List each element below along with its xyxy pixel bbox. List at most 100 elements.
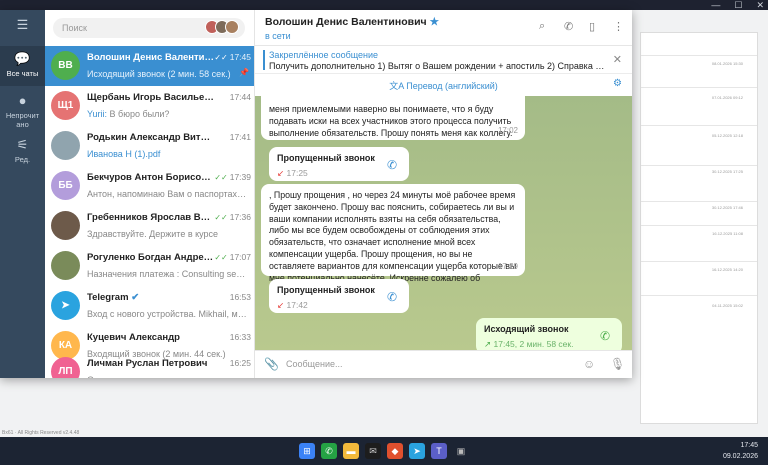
chat-time: ✓✓ 17:07 xyxy=(214,252,251,262)
maximize-icon[interactable]: ☐ xyxy=(734,0,742,11)
teams-icon[interactable]: T xyxy=(431,443,447,459)
stories-avatars[interactable] xyxy=(205,20,239,34)
list-date: 16.12.2025 11:08 xyxy=(712,231,743,236)
brave-icon[interactable]: ◆ xyxy=(387,443,403,459)
chat-name: Бекчуров Антон Борисович xyxy=(87,172,215,183)
sidebar-toggle-icon[interactable]: ▯ xyxy=(589,20,595,33)
taskbar: ⊞ ✆ ▬ ✉ ◆ ➤ T ▣ 17:45 09.02.2026 xyxy=(0,437,768,465)
chat-time: 16:33 xyxy=(229,332,251,342)
telegram-logo-icon: ➤ xyxy=(51,291,80,320)
list-date: 30.12.2025 17:46 xyxy=(711,205,743,210)
chat-item[interactable]: ➤ Telegram ✔ 16:53 Вход с нового устройс… xyxy=(45,286,254,326)
chat-name: Telegram ✔ xyxy=(87,292,140,303)
folder-label: Ред. xyxy=(14,155,31,164)
list-date: 16.12.2025 14:20 xyxy=(711,267,743,272)
phone-icon[interactable]: ✆ xyxy=(600,330,610,343)
chat-name: Щербань Игорь Васильевич 1 xyxy=(87,92,215,103)
phone-icon[interactable]: ✆ xyxy=(387,159,397,172)
avatar: Щ1 xyxy=(51,91,80,120)
conversation: Волошин Денис Валентинович ★ в сети ⌕ ✆ … xyxy=(255,10,632,378)
search-input[interactable]: Поиск xyxy=(53,18,245,38)
telegram-icon[interactable]: ➤ xyxy=(409,443,425,459)
chat-item[interactable]: Рогуленко Богдан Андреевич ✓✓ 17:07 Назна… xyxy=(45,246,254,286)
chat-header[interactable]: Волошин Денис Валентинович ★ в сети ⌕ ✆ … xyxy=(255,10,632,46)
translate-button[interactable]: 文A Перевод (английский) xyxy=(255,79,632,92)
folder-icon[interactable]: ▬ xyxy=(343,443,359,459)
whatsapp-icon[interactable]: ✆ xyxy=(321,443,337,459)
close-icon[interactable]: ✕ xyxy=(756,0,764,11)
message-input[interactable]: Сообщение... xyxy=(286,359,342,369)
chats-icon: 💬 xyxy=(14,51,31,66)
chat-item[interactable]: Родькин Александр Витальевич 17:41 Ивано… xyxy=(45,126,254,166)
microphone-icon[interactable]: 🎙 xyxy=(610,357,625,371)
minimize-icon[interactable]: — xyxy=(711,0,720,10)
menu-button[interactable]: ☰ xyxy=(0,18,45,38)
compose-bar: 📎 Сообщение... ☺ 🎙 xyxy=(255,350,632,378)
phone-icon[interactable]: ✆ xyxy=(564,20,573,33)
folder-unread[interactable]: ● Непрочит ано xyxy=(0,90,45,132)
pin-icon: 📌 xyxy=(239,68,249,77)
settings-sliders-icon[interactable]: ⚙ xyxy=(613,78,622,89)
search-placeholder: Поиск xyxy=(62,23,87,33)
more-icon[interactable]: ⋮ xyxy=(613,20,624,33)
clock-time: 17:45 xyxy=(740,442,758,449)
system-clock[interactable]: 17:45 09.02.2026 xyxy=(723,440,758,462)
folder-all-chats[interactable]: 💬 Все чаты xyxy=(0,46,45,86)
chat-preview: Ок xyxy=(87,375,247,378)
hamburger-icon: ☰ xyxy=(16,17,29,32)
folder-label: Непрочит ано xyxy=(5,111,40,129)
chat-name: Куцевич Александр xyxy=(87,332,180,343)
chat-name: Личман Руслан Петрович xyxy=(87,358,208,369)
chat-time: ✓✓ 17:45 xyxy=(214,52,251,62)
user-icon: ● xyxy=(18,93,27,108)
edit-folders[interactable]: ⚟ Ред. xyxy=(0,138,45,166)
mail-icon[interactable]: ✉ xyxy=(365,443,381,459)
chat-name: Волошин Денис Валентинович xyxy=(87,52,215,63)
message[interactable]: , Прошу прощения , но через 24 минуты мо… xyxy=(261,184,525,294)
clock-date: 09.02.2026 xyxy=(722,453,758,460)
double-check-icon: ✓✓ xyxy=(214,53,228,62)
chat-item[interactable]: ЛП Личман Руслан Петрович 16:25 Ок xyxy=(45,352,254,378)
message[interactable]: меня приемлемыми наверно вы понимаете, ч… xyxy=(261,96,525,140)
pinned-title: Закреплённое сообщение xyxy=(269,50,379,60)
missed-call-message[interactable]: Пропущенный звонок ↙ 17:25 ✆ xyxy=(269,147,409,181)
missed-call-message[interactable]: Пропущенный звонок ↙ 17:42 ✆ xyxy=(269,279,409,313)
chat-name: Рогуленко Богдан Андреевич xyxy=(87,252,215,263)
folder-rail: ☰ 💬 Все чаты ● Непрочит ано ⚟ Ред. xyxy=(0,10,45,378)
avatar xyxy=(51,131,80,160)
avatar: ББ xyxy=(51,171,80,200)
chat-item[interactable]: Щ1 Щербань Игорь Васильевич 1 17:44 Yuri… xyxy=(45,86,254,126)
start-icon[interactable]: ⊞ xyxy=(299,443,315,459)
chat-name: Гребенников Ярослав Валентинович xyxy=(87,212,215,223)
chat-preview: Здравствуйте. Держите в курсе xyxy=(87,229,219,239)
chat-item[interactable]: ББ Бекчуров Антон Борисович ✓✓ 17:39 Анто… xyxy=(45,166,254,206)
chat-preview: Антон, напоминаю Вам о паспортах детей xyxy=(87,189,247,199)
translate-icon: 文A xyxy=(389,81,404,91)
chat-item[interactable]: Гребенников Ярослав Валентинович ✓✓17:36… xyxy=(45,206,254,246)
chat-name: Родькин Александр Витальевич xyxy=(87,132,215,143)
double-check-icon: ✓✓ xyxy=(214,173,228,182)
list-date: 04.11.2025 15:02 xyxy=(712,303,743,308)
emoji-icon[interactable]: ☺ xyxy=(583,357,595,371)
phone-icon[interactable]: ✆ xyxy=(387,291,397,304)
chat-time: ✓✓ 17:39 xyxy=(214,172,251,182)
arrow-icon: ↗ xyxy=(484,338,492,349)
app-icon[interactable]: ▣ xyxy=(453,443,469,459)
chat-item[interactable]: ВВ Волошин Денис Валентинович ✓✓17:45 Ис… xyxy=(45,46,254,86)
background-titlebar: — ☐ ✕ xyxy=(0,0,768,10)
pinned-text: Получить дополнительно 1) Вытяг о Вашем … xyxy=(269,61,605,71)
list-date: 07.01.2026 09:12 xyxy=(711,95,743,100)
avatar xyxy=(51,251,80,280)
call-time: ↙ 17:25 xyxy=(277,167,308,178)
search-icon[interactable]: ⌕ xyxy=(539,20,545,33)
avatar xyxy=(51,211,80,240)
double-check-icon: ✓✓ xyxy=(214,253,228,262)
chat-preview: Назначения платежа : Consulting services xyxy=(87,269,247,279)
pinned-message[interactable]: Закреплённое сообщение Получить дополнит… xyxy=(255,46,632,74)
chat-time: 17:41 xyxy=(229,132,251,142)
close-icon[interactable]: ✕ xyxy=(613,53,622,66)
outgoing-call-message[interactable]: Исходящий звонок ↗ 17:45, 2 мин. 58 сек.… xyxy=(476,318,622,350)
chat-time: ✓✓ 17:36 xyxy=(214,212,251,222)
attach-icon[interactable]: 📎 xyxy=(264,357,279,371)
avatar: ЛП xyxy=(51,357,80,378)
